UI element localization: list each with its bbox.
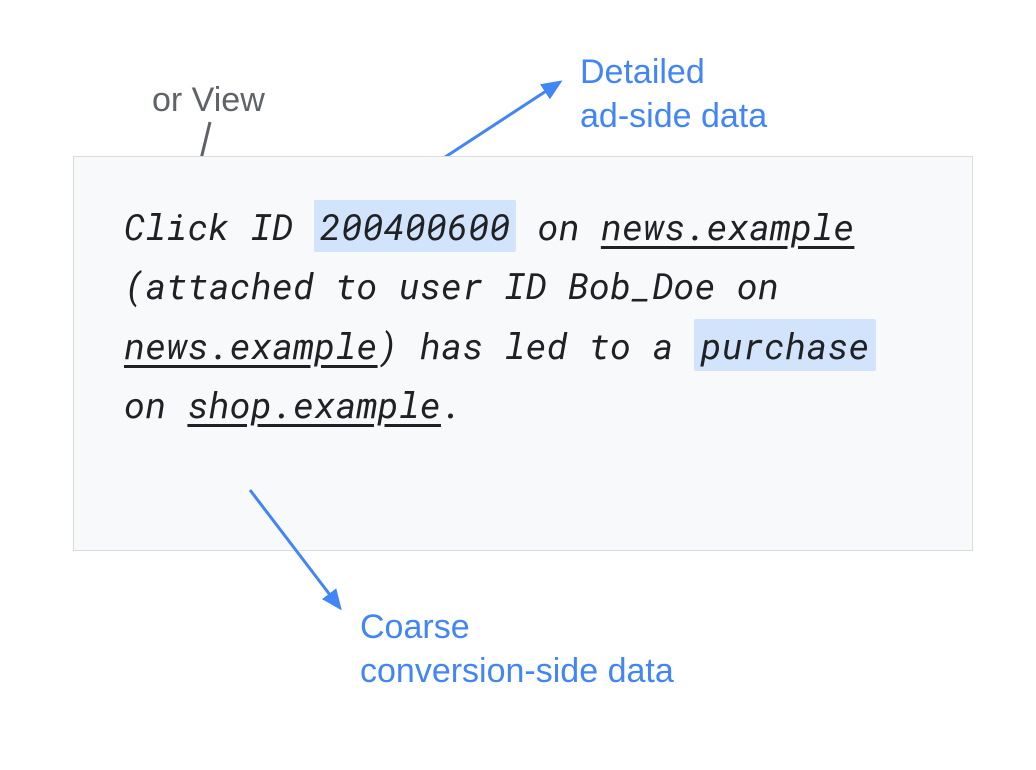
detailed-line2: ad-side data bbox=[580, 97, 767, 135]
coarse-line1: Coarse bbox=[360, 608, 470, 646]
link-news-example-2: news.example bbox=[124, 321, 378, 369]
coarse-line2: conversion-side data bbox=[360, 652, 674, 690]
highlight-purchase: purchase bbox=[694, 319, 875, 371]
annotation-detailed: Detailed ad-side data bbox=[580, 50, 767, 138]
main-content-box: Click ID 200400600 on news.example (atta… bbox=[73, 156, 973, 551]
annotation-coarse: Coarse conversion-side data bbox=[360, 605, 674, 693]
highlight-click-id: 200400600 bbox=[314, 200, 516, 252]
text-mid2: ) has led to a bbox=[378, 321, 695, 369]
text-mid3: on bbox=[124, 380, 187, 428]
text-post1: on bbox=[516, 202, 601, 250]
text-mid1: (attached to user ID Bob_Doe on bbox=[124, 261, 779, 309]
main-text: Click ID 200400600 on news.example (atta… bbox=[124, 197, 922, 435]
link-shop-example: shop.example bbox=[187, 380, 441, 428]
detailed-line1: Detailed bbox=[580, 53, 705, 91]
link-news-example-1: news.example bbox=[601, 202, 855, 250]
or-view-text: or View bbox=[152, 81, 265, 119]
text-pre1: Click ID bbox=[124, 202, 314, 250]
annotation-or-view: or View bbox=[152, 78, 265, 122]
text-end: . bbox=[441, 380, 462, 428]
